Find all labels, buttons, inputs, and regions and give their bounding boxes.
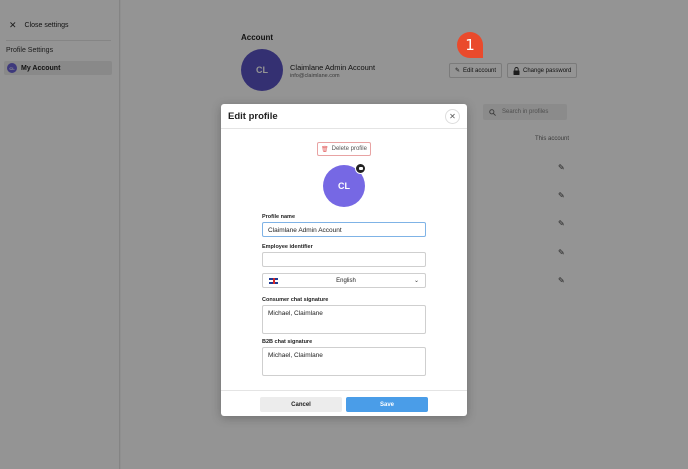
dialog-close-button[interactable]: ✕: [445, 109, 460, 124]
employee-id-input[interactable]: [262, 252, 426, 267]
b2b-signature-textarea[interactable]: Michael, Claimlane: [262, 347, 426, 376]
dialog-header-divider: [221, 128, 467, 129]
delete-profile-button[interactable]: 🗑 Delete profile: [317, 142, 371, 156]
trash-icon: 🗑: [321, 146, 329, 153]
dialog-footer-divider: [221, 390, 467, 391]
language-value: English: [336, 277, 356, 284]
dialog-title: Edit profile: [228, 111, 278, 122]
delete-profile-label: Delete profile: [331, 146, 367, 152]
step-badge-1: 1: [457, 32, 483, 58]
edit-profile-dialog: Edit profile ✕ 🗑 Delete profile CL Profi…: [221, 104, 467, 416]
employee-id-label: Employee identifier: [262, 244, 313, 250]
consumer-signature-label: Consumer chat signature: [262, 297, 329, 303]
profile-name-input[interactable]: Claimlane Admin Account: [262, 222, 426, 237]
uk-flag-icon: [269, 277, 278, 284]
cancel-button[interactable]: Cancel: [260, 397, 342, 412]
language-select[interactable]: English ⌄: [262, 273, 426, 288]
consumer-signature-textarea[interactable]: Michael, Claimlane: [262, 305, 426, 334]
save-button[interactable]: Save: [346, 397, 428, 412]
chevron-down-icon: ⌄: [413, 278, 419, 284]
profile-name-label: Profile name: [262, 214, 296, 220]
b2b-signature-label: B2B chat signature: [262, 339, 313, 345]
camera-icon[interactable]: [355, 163, 366, 174]
close-icon: ✕: [449, 112, 456, 121]
